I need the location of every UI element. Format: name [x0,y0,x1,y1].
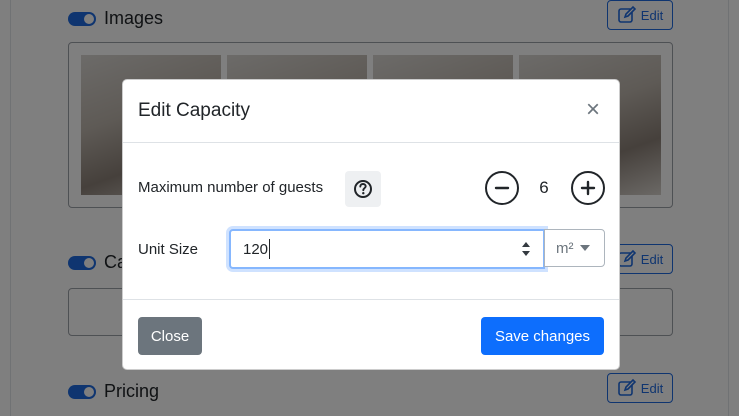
save-changes-button[interactable]: Save changes [481,317,604,355]
number-spinner-icon[interactable] [521,239,531,259]
max-guests-label: Maximum number of guests [138,179,324,196]
unit-size-value: 120 [243,241,269,258]
chevron-down-icon [579,245,590,251]
unit-select-value: m² [556,239,574,257]
unit-size-input[interactable]: 120 [229,229,545,269]
minus-circle-icon [494,186,510,190]
text-cursor [269,239,270,259]
close-icon[interactable]: × [583,98,603,122]
help-button[interactable] [345,171,381,207]
increment-guests-button[interactable] [571,171,605,205]
decrement-guests-button[interactable] [485,171,519,205]
question-circle-icon [354,180,372,198]
modal-title: Edit Capacity [138,100,250,121]
modal-header: Edit Capacity × [123,80,619,143]
guest-count-value: 6 [539,178,549,197]
plus-circle-icon [580,180,596,196]
unit-select[interactable]: m² [544,229,605,267]
close-button[interactable]: Close [138,317,202,355]
modal-footer: Close Save changes [123,299,619,371]
unit-size-label: Unit Size [138,241,199,258]
edit-capacity-modal: Edit Capacity × Maximum number of guests… [122,79,620,370]
